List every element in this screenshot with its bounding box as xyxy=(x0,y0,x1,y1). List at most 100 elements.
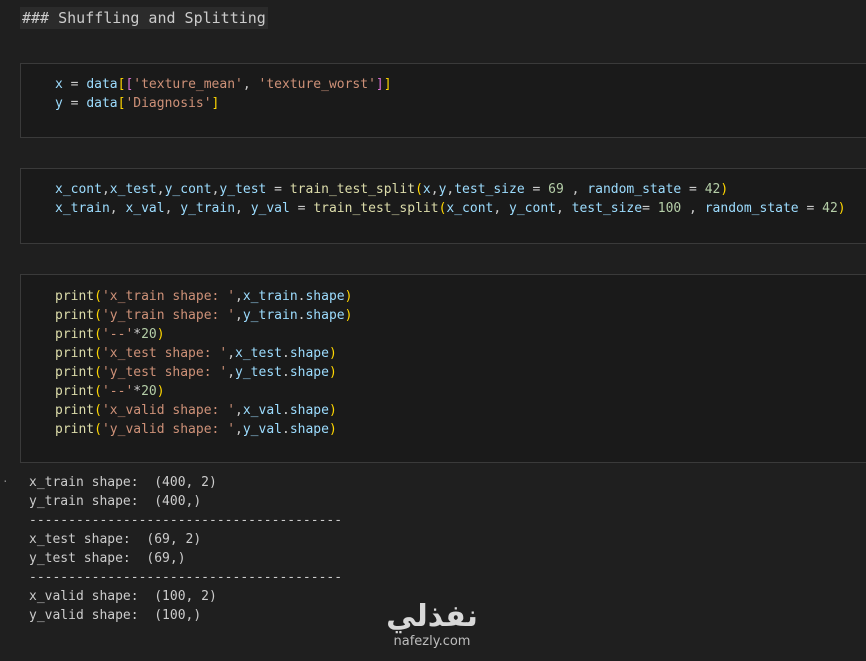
output-line: x_train shape: (400, 2) xyxy=(29,475,217,490)
code-token: 42 xyxy=(822,201,838,216)
code-token: , xyxy=(227,365,236,380)
output-separator: ---------------------------------------- xyxy=(29,513,343,528)
code-line: x_train, x_val, y_train, y_val = train_t… xyxy=(55,199,866,218)
code-token: print xyxy=(55,346,95,361)
markdown-heading-cell[interactable]: ### Shuffling and Splitting xyxy=(20,7,268,29)
code-token: y_train xyxy=(242,308,298,323)
code-token: ( xyxy=(94,308,102,323)
code-token: shape xyxy=(305,308,345,323)
code-token: y_train xyxy=(180,201,236,216)
code-token: shape xyxy=(289,346,329,361)
code-token: = xyxy=(642,201,658,216)
code-token: ] xyxy=(375,77,384,92)
code-line: print('--'*20) xyxy=(55,325,866,344)
watermark-logo: نفذلي nafezly.com xyxy=(372,600,492,650)
code-token: y_test xyxy=(219,182,267,197)
code-token: test_size xyxy=(571,201,643,216)
output-collapse-icon[interactable]: · xyxy=(2,475,9,488)
code-token: x_train xyxy=(55,201,110,216)
code-token: ) xyxy=(344,308,353,323)
code-token: ( xyxy=(94,289,102,304)
code-token: . xyxy=(282,403,290,418)
code-token: '--' xyxy=(101,384,134,399)
code-token: 42 xyxy=(704,182,721,197)
code-token: x_val xyxy=(242,403,282,418)
code-token: 'texture_worst' xyxy=(258,77,376,92)
code-token: = xyxy=(524,182,549,197)
output-line: x_test shape: (69, 2) xyxy=(29,532,202,547)
code-token: ) xyxy=(328,365,337,380)
code-token: x_val xyxy=(125,201,165,216)
code-token: ( xyxy=(94,346,102,361)
code-token: , xyxy=(156,182,165,197)
output-separator: ---------------------------------------- xyxy=(29,570,343,585)
code-token: print xyxy=(55,403,95,418)
code-token: = xyxy=(681,182,705,197)
code-token: shape xyxy=(289,403,329,418)
code-token: ) xyxy=(837,201,846,216)
code-token: data xyxy=(86,96,118,111)
code-token: ] xyxy=(383,77,392,92)
code-token: = xyxy=(266,182,290,197)
code-token: ( xyxy=(94,422,102,437)
code-token: * xyxy=(133,327,142,342)
output-line: y_train shape: (400,) xyxy=(29,494,202,509)
code-token: , xyxy=(430,182,439,197)
code-token: shape xyxy=(289,422,329,437)
code-token: , xyxy=(235,422,243,437)
code-line: print('x_train shape: ',x_train.shape) xyxy=(55,287,866,306)
code-token: 'texture_mean' xyxy=(133,77,243,92)
code-token: . xyxy=(282,346,290,361)
code-line: print('x_test shape: ',x_test.shape) xyxy=(55,344,866,363)
notebook-page: ### Shuffling and Splitting x = data[['t… xyxy=(0,0,866,661)
code-token: train_test_split xyxy=(313,201,439,216)
code-token: 'y_test shape: ' xyxy=(101,365,228,380)
cell-output: x_train shape: (400, 2) y_train shape: (… xyxy=(29,473,342,625)
code-cell-2[interactable]: x_cont,x_test,y_cont,y_test = train_test… xyxy=(20,168,866,244)
code-line: x = data[['texture_mean', 'texture_worst… xyxy=(55,75,866,94)
code-token: random_state xyxy=(587,182,682,197)
code-token: '--' xyxy=(101,327,134,342)
code-token: print xyxy=(55,289,95,304)
code-token: , xyxy=(101,182,110,197)
code-token: ( xyxy=(415,182,423,197)
code-token: = xyxy=(289,201,314,216)
code-token: ) xyxy=(328,422,337,437)
code-token: , xyxy=(242,77,259,92)
code-token: , xyxy=(235,201,251,216)
code-token: 100 xyxy=(657,201,682,216)
code-token: x xyxy=(422,182,431,197)
code-token: x_cont xyxy=(446,201,494,216)
code-token: x xyxy=(55,77,63,92)
code-token: , xyxy=(227,346,236,361)
code-token: = xyxy=(62,77,87,92)
code-token: = xyxy=(798,201,823,216)
code-token: = xyxy=(62,96,87,111)
code-token: , xyxy=(109,201,126,216)
code-token: y_test xyxy=(235,365,282,380)
code-token: ) xyxy=(328,403,337,418)
code-line: print('y_train shape: ',y_train.shape) xyxy=(55,306,866,325)
code-token: random_state xyxy=(704,201,799,216)
code-token: , xyxy=(563,182,588,197)
code-token: , xyxy=(681,201,705,216)
code-token: ( xyxy=(94,327,102,342)
code-token: , xyxy=(493,201,510,216)
code-token: , xyxy=(235,403,243,418)
code-token: , xyxy=(235,308,243,323)
code-token: train_test_split xyxy=(289,182,416,197)
code-token: print xyxy=(55,365,95,380)
code-token: . xyxy=(282,422,290,437)
code-cell-3[interactable]: print('x_train shape: ',x_train.shape) p… xyxy=(20,274,866,463)
code-token: 69 xyxy=(548,182,564,197)
code-token: y xyxy=(55,96,63,111)
code-token: ) xyxy=(328,346,337,361)
code-token: shape xyxy=(289,365,329,380)
code-cell-1[interactable]: x = data[['texture_mean', 'texture_worst… xyxy=(20,63,866,138)
code-token: ) xyxy=(720,182,729,197)
code-token: y_cont xyxy=(509,201,556,216)
watermark-arabic-text: نفذلي xyxy=(386,599,478,634)
code-token: print xyxy=(55,384,95,399)
output-line: x_valid shape: (100, 2) xyxy=(29,589,217,604)
code-token: 'y_train shape: ' xyxy=(101,308,236,323)
